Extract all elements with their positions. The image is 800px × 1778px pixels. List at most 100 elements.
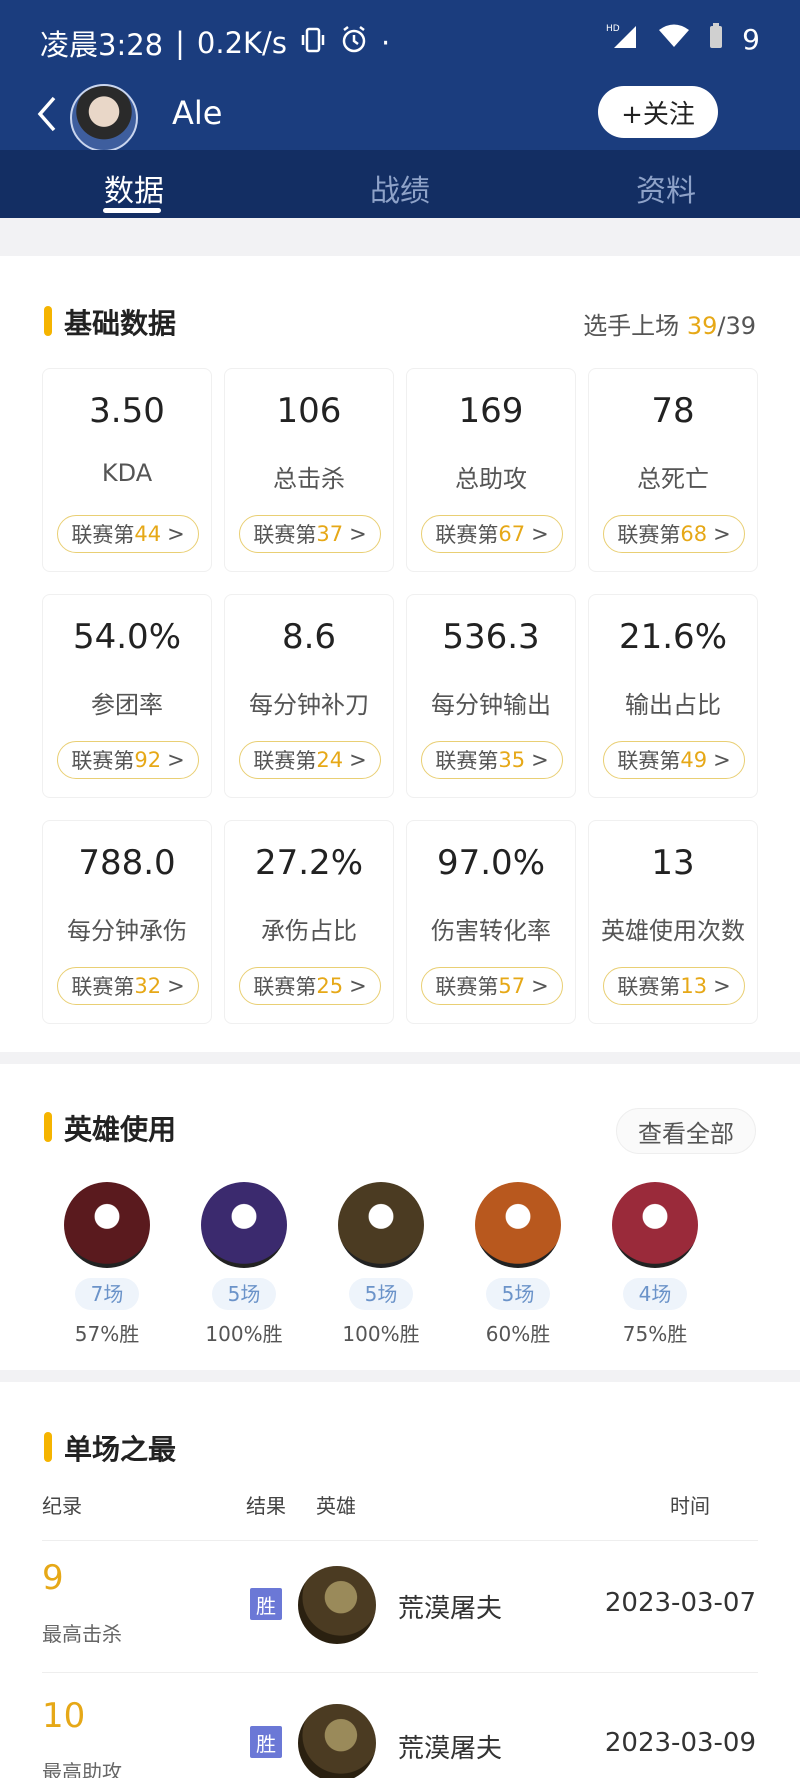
vibrate-icon — [299, 26, 327, 61]
back-icon[interactable] — [34, 94, 60, 134]
stat-card: 97.0% 伤害转化率联赛第 57 > — [406, 820, 576, 1024]
league-rank-button[interactable]: 联赛第 25 > — [239, 967, 381, 1005]
hd-signal-icon: HD — [606, 22, 640, 57]
stat-value: 78 — [651, 391, 695, 431]
hero-games: 5场 — [212, 1278, 276, 1310]
header-time: 时间 — [670, 1494, 710, 1518]
hero-games: 5场 — [486, 1278, 550, 1310]
rank-number: 37 — [316, 522, 344, 546]
stat-label: 输出占比 — [625, 691, 721, 719]
stat-value: 97.0% — [436, 843, 545, 883]
stat-label: 总死亡 — [637, 465, 709, 493]
chevron-right-icon: > — [713, 748, 731, 772]
hero-portrait — [338, 1182, 424, 1268]
hero-usage-section: 英雄使用 查看全部 7场 57%胜 5场 100%胜 5场 100%胜 5场 60%胜 4场 75… — [0, 1064, 800, 1370]
hero-usage-item[interactable]: 5场 100%胜 — [326, 1182, 436, 1347]
rank-number: 92 — [134, 748, 162, 772]
rank-number: 25 — [316, 974, 344, 998]
stat-card: 169 总助攻 联赛第 67 > — [406, 368, 576, 572]
league-rank-button[interactable]: 联赛第 49 > — [603, 741, 745, 779]
stat-value: 27.2% — [254, 843, 363, 883]
league-rank-button[interactable]: 联赛第 13 > — [603, 967, 745, 1005]
league-rank-button[interactable]: 联赛第 67 > — [421, 515, 563, 553]
header-result: 结果 — [246, 1494, 286, 1518]
stat-label: 伤害转化率 — [431, 917, 551, 945]
stat-card: 54.0% 参团率 联赛第 92 > — [42, 594, 212, 798]
stat-value: 169 — [458, 391, 524, 431]
hero-portrait — [298, 1566, 376, 1644]
tab-profile[interactable]: 资料 — [636, 166, 696, 210]
tab-bar: 数据 战绩 资料 — [0, 150, 800, 218]
alarm-icon — [339, 25, 369, 62]
tab-data[interactable]: 数据 — [104, 166, 164, 210]
section-title-heroes: 英雄使用 — [44, 1108, 176, 1148]
rank-number: 68 — [680, 522, 708, 546]
win-badge: 胜 — [250, 1588, 282, 1620]
player-avatar[interactable] — [70, 84, 138, 152]
league-rank-button[interactable]: 联赛第 32 > — [57, 967, 199, 1005]
stat-value: 788.0 — [78, 843, 176, 883]
chevron-right-icon: > — [713, 974, 731, 998]
rank-number: 13 — [680, 974, 708, 998]
stat-card: 3.50 KDA 联赛第 44 > — [42, 368, 212, 572]
hero-portrait — [612, 1182, 698, 1268]
status-bar: 凌晨3:28 | 0.2K/s · HD 9 — [40, 22, 760, 62]
league-rank-button[interactable]: 联赛第 44 > — [57, 515, 199, 553]
header-record: 纪录 — [42, 1494, 82, 1518]
hero-usage-item[interactable]: 4场 75%胜 — [600, 1182, 710, 1347]
basic-stats-section: 基础数据 选手上场 39/39 3.50 KDA 联赛第 44 > 106 总击杀 联赛第 37… — [0, 256, 800, 1052]
record-date: 2023-03-09 — [604, 1728, 756, 1758]
chevron-right-icon: > — [531, 974, 549, 998]
player-nav: Ale +关注 — [0, 84, 800, 152]
league-rank-button[interactable]: 联赛第 37 > — [239, 515, 381, 553]
status-dot: · — [380, 26, 391, 60]
stat-card: 788.0 每分钟承伤联赛第 32 > — [42, 820, 212, 1024]
stat-card: 106 总击杀 联赛第 37 > — [224, 368, 394, 572]
chevron-right-icon: > — [349, 974, 367, 998]
chevron-right-icon: > — [167, 974, 185, 998]
stat-value: 3.50 — [89, 391, 165, 431]
stat-label: 每分钟承伤 — [67, 917, 187, 945]
appearance-count: 选手上场 39/39 — [583, 312, 756, 340]
record-label: 最高击杀 — [42, 1622, 122, 1646]
hero-usage-item[interactable]: 5场 100%胜 — [189, 1182, 299, 1347]
rank-number: 35 — [498, 748, 526, 772]
hero-name: 荒漠屠夫 — [398, 1734, 503, 1764]
league-rank-button[interactable]: 联赛第 92 > — [57, 741, 199, 779]
app-header: 凌晨3:28 | 0.2K/s · HD 9 Ale +关注 数据 战绩 资料 — [0, 0, 800, 218]
hero-portrait — [201, 1182, 287, 1268]
rank-number: 67 — [498, 522, 526, 546]
active-tab-indicator — [103, 208, 161, 213]
league-rank-button[interactable]: 联赛第 68 > — [603, 515, 745, 553]
chevron-right-icon: > — [713, 522, 731, 546]
record-value: 9 — [42, 1558, 64, 1598]
hero-usage-item[interactable]: 5场 60%胜 — [463, 1182, 573, 1347]
stat-value: 8.6 — [281, 617, 337, 657]
stat-label: 英雄使用次数 — [601, 917, 745, 945]
league-rank-button[interactable]: 联赛第 57 > — [421, 967, 563, 1005]
hero-usage-item[interactable]: 7场 57%胜 — [52, 1182, 162, 1347]
stat-label: KDA — [101, 459, 153, 487]
battery-icon — [708, 22, 724, 57]
stat-card: 78 总死亡联赛第 68 > — [588, 368, 758, 572]
hero-name: 荒漠屠夫 — [398, 1594, 503, 1624]
stat-value: 13 — [651, 843, 695, 883]
stat-card: 13 英雄使用次数联赛第 13 > — [588, 820, 758, 1024]
hero-games: 5场 — [349, 1278, 413, 1310]
stat-value: 21.6% — [618, 617, 727, 657]
follow-button[interactable]: +关注 — [598, 86, 718, 138]
battery-level: 9 — [742, 23, 760, 56]
view-all-button[interactable]: 查看全部 — [616, 1108, 756, 1154]
divider — [42, 1672, 758, 1673]
league-rank-button[interactable]: 联赛第 24 > — [239, 741, 381, 779]
wifi-icon — [658, 23, 690, 56]
stat-value: 536.3 — [442, 617, 540, 657]
stat-card: 8.6 每分钟补刀 联赛第 24 > — [224, 594, 394, 798]
hero-portrait — [475, 1182, 561, 1268]
record-value: 10 — [42, 1696, 86, 1736]
header-hero: 英雄 — [316, 1494, 356, 1518]
tab-records[interactable]: 战绩 — [370, 166, 430, 210]
records-section: 单场之最 纪录 结果 英雄 时间 9 最高击杀 胜 荒漠屠夫 2023-03-0… — [0, 1382, 800, 1778]
stat-value: 106 — [276, 391, 342, 431]
league-rank-button[interactable]: 联赛第 35 > — [421, 741, 563, 779]
